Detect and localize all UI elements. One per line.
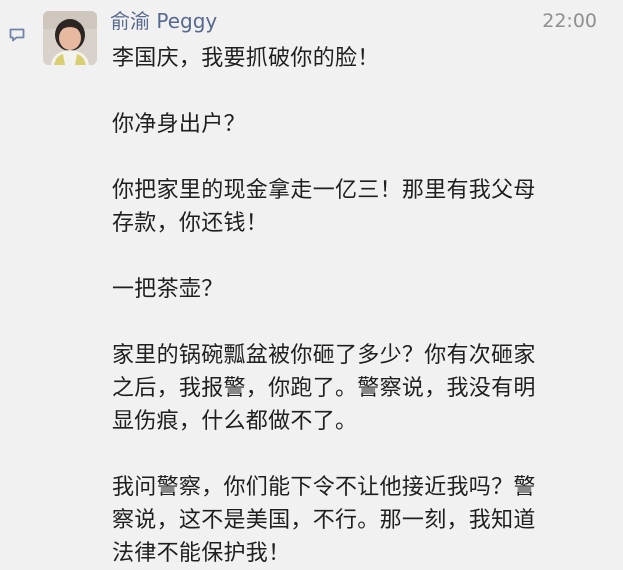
message-paragraph: 一把茶壶？ xyxy=(112,277,224,302)
sender-name[interactable]: 俞渝 Peggy xyxy=(110,8,217,34)
avatar[interactable] xyxy=(43,11,97,65)
message-body: 李国庆，我要抓破你的脸！ 你净身出户？ 你把家里的现金拿走一亿三！那里有我父母 … xyxy=(112,42,612,570)
message-paragraph: 李国庆，我要抓破你的脸！ xyxy=(112,46,380,71)
message-paragraph: 家里的锅碗瓢盆被你砸了多少？你有次砸家 之后，我报警，你跑了。警察说，我没有明 … xyxy=(112,343,536,434)
message-paragraph: 你把家里的现金拿走一亿三！那里有我父母 存款，你还钱！ xyxy=(112,178,536,236)
comment-icon[interactable] xyxy=(9,27,25,42)
message-time: 22:00 xyxy=(542,10,597,32)
message-paragraph: 你净身出户？ xyxy=(112,112,246,137)
message-paragraph: 我问警察，你们能下令不让他接近我吗？警 察说，这不是美国，不行。那一刻，我知道 … xyxy=(112,475,536,566)
